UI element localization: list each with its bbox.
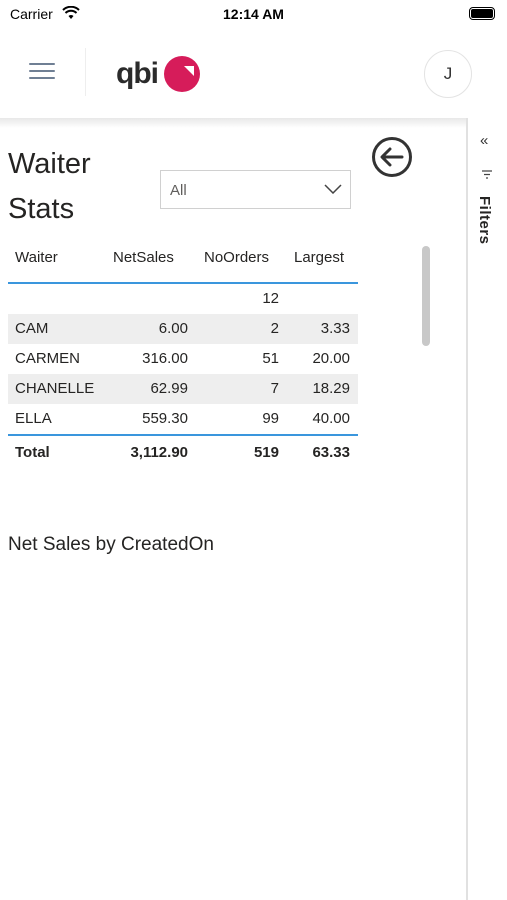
filters-pane: « Filters	[466, 118, 507, 900]
waiter-stats-table: Waiter NetSales NoOrders Largest 12 CAM …	[8, 238, 358, 468]
column-header-netsales[interactable]: NetSales	[113, 249, 174, 266]
battery-icon	[469, 7, 495, 20]
cell-noorders: 99	[262, 410, 279, 427]
table-row: CARMEN 316.00 51 20.00	[8, 344, 358, 374]
table-row: 12	[8, 284, 358, 314]
cell-noorders: 2	[270, 320, 279, 337]
total-label: Total	[15, 444, 50, 461]
logo-text: qbi	[116, 57, 159, 90]
qbi-logo: qbi	[116, 54, 202, 94]
avatar[interactable]: J	[424, 50, 472, 98]
column-header-waiter[interactable]: Waiter	[15, 249, 58, 266]
cell-largest: 3.33	[320, 320, 350, 337]
status-bar: Carrier 12:14 AM	[0, 0, 507, 30]
total-netsales: 3,112.90	[130, 444, 188, 461]
cell-largest: 40.00	[312, 410, 350, 427]
table-header-row: Waiter NetSales NoOrders Largest	[8, 238, 358, 282]
total-noorders: 519	[253, 444, 279, 461]
header-divider	[85, 48, 86, 96]
cell-largest: 20.00	[312, 350, 350, 367]
cell-netsales: 62.99	[150, 380, 188, 397]
filter-icon	[482, 170, 492, 179]
table-row: ELLA 559.30 99 40.00	[8, 404, 358, 434]
report-canvas: Waiter Stats All Waiter NetSales NoOrder…	[0, 118, 466, 900]
net-sales-line-chart: 02040601:00 PM3:00 PMCreatedOnNet Sales	[0, 568, 466, 898]
app-header: qbi J	[0, 30, 507, 118]
chevron-down-icon	[324, 184, 342, 194]
logo-mark-icon	[164, 56, 200, 92]
table-row: CAM 6.00 2 3.33	[8, 314, 358, 344]
cell-noorders: 51	[262, 350, 279, 367]
cell-netsales: 559.30	[142, 410, 188, 427]
filters-label[interactable]: Filters	[476, 196, 493, 245]
app-screen: Carrier 12:14 AM qbi J Waiter Stats All	[0, 0, 507, 900]
menu-icon[interactable]	[29, 63, 55, 81]
clock: 12:14 AM	[223, 6, 284, 22]
collapse-chevron-icon[interactable]: «	[480, 132, 488, 149]
cell-waiter: CARMEN	[15, 350, 81, 367]
back-arrow-icon[interactable]	[371, 136, 413, 178]
cell-waiter: CAM	[15, 320, 49, 337]
cell-waiter: CHANELLE	[15, 380, 95, 397]
table-body: 12 CAM 6.00 2 3.33 CARMEN 316.00 51 20.0…	[8, 284, 358, 434]
slicer-selected-value: All	[170, 182, 187, 199]
page-title: Waiter Stats	[8, 148, 91, 225]
column-header-noorders[interactable]: NoOrders	[204, 249, 269, 266]
cell-noorders: 12	[262, 290, 279, 307]
total-largest: 63.33	[312, 444, 350, 461]
column-header-largest[interactable]: Largest	[294, 249, 344, 266]
table-scrollbar[interactable]	[422, 246, 430, 346]
cell-netsales: 316.00	[142, 350, 188, 367]
table-total-row: Total 3,112.90 519 63.33	[8, 436, 358, 468]
cell-waiter: ELLA	[15, 410, 52, 427]
table-row: CHANELLE 62.99 7 18.29	[8, 374, 358, 404]
cell-noorders: 7	[270, 380, 279, 397]
cell-netsales: 6.00	[158, 320, 188, 337]
waiter-slicer-dropdown[interactable]: All	[160, 170, 351, 209]
chart-title: Net Sales by CreatedOn	[8, 534, 214, 555]
cell-largest: 18.29	[312, 380, 350, 397]
